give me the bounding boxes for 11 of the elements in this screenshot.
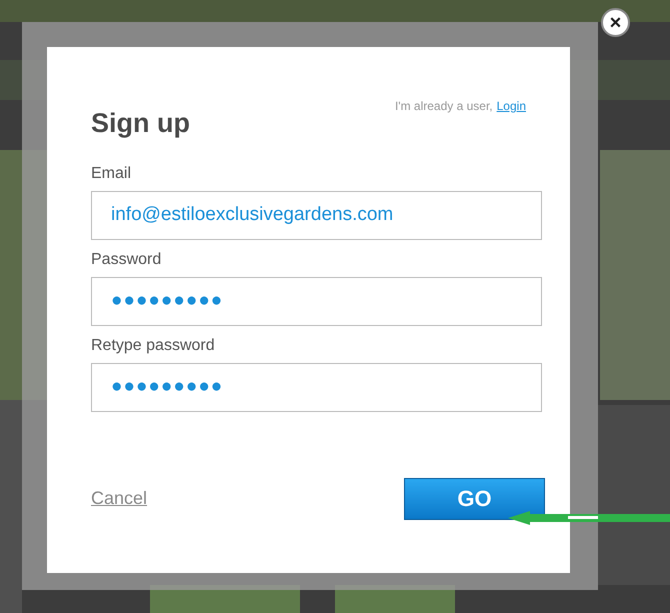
login-link[interactable]: Login <box>496 97 526 115</box>
go-button[interactable]: GO <box>404 478 545 520</box>
field-label: Retype password <box>91 336 216 356</box>
field-label: Email <box>91 164 132 184</box>
password-field[interactable]: ●●●●●●●●● <box>91 362 542 412</box>
field-label: Password <box>91 250 162 270</box>
login-prompt: I'm already a user, <box>394 98 493 115</box>
email-field[interactable]: info@estiloexclusivegardens.com <box>91 190 542 240</box>
password-field[interactable]: ●●●●●●●●● <box>91 276 542 326</box>
cancel-link[interactable]: Cancel <box>91 485 148 512</box>
dialog-title: Sign up <box>91 107 190 140</box>
